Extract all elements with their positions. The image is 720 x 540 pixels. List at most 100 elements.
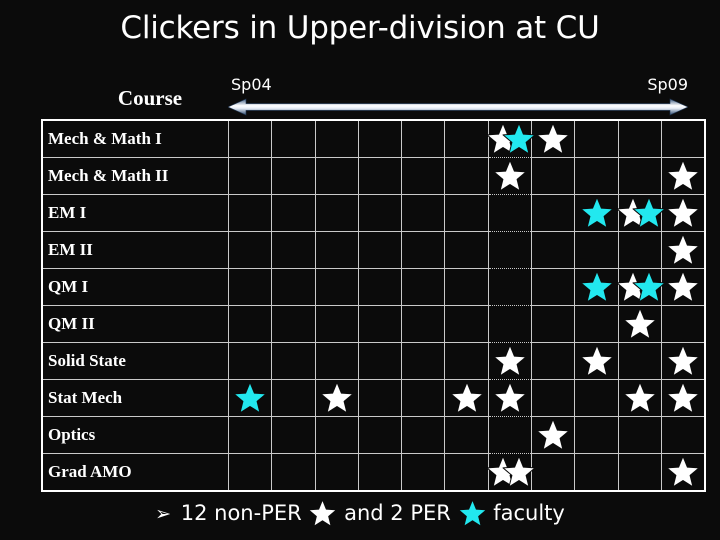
semester-cell <box>271 231 316 269</box>
semester-cell <box>660 231 706 269</box>
semester-cell <box>357 157 403 195</box>
semester-cell <box>487 231 533 269</box>
semester-cell <box>357 416 403 454</box>
course-column-header: Course <box>117 86 183 110</box>
semester-cell <box>444 194 489 232</box>
semester-cell <box>444 268 489 306</box>
double-headed-arrow-icon <box>227 98 689 116</box>
white-star-icon <box>580 344 614 378</box>
footer-per-count: and 2 PER <box>344 501 451 525</box>
semester-cell <box>271 379 316 417</box>
semester-cell <box>271 416 316 454</box>
course-name-cell: EM II <box>42 231 229 269</box>
clicker-adoption-table: Mech & Math I Mech & Math II EM I EM II QM I… <box>40 119 707 492</box>
semester-cell <box>617 416 662 454</box>
semester-cell <box>487 416 533 454</box>
semester-cell <box>574 231 619 269</box>
semester-cell <box>574 194 619 232</box>
semester-cell <box>227 268 273 306</box>
semester-cell <box>271 453 316 491</box>
semester-cell <box>617 305 662 343</box>
semester-cell <box>444 342 489 380</box>
semester-cell <box>574 379 619 417</box>
semester-cell <box>401 194 446 232</box>
semester-cell <box>574 120 619 158</box>
table-row: Mech & Math II <box>42 157 706 195</box>
semester-cell <box>314 379 359 417</box>
semester-cell <box>531 231 576 269</box>
semester-cell <box>617 157 662 195</box>
white-star-icon <box>666 196 700 230</box>
bullet-arrow-icon: ➢ <box>155 503 172 525</box>
semester-cell <box>660 120 706 158</box>
semester-cell <box>314 120 359 158</box>
table-body: Mech & Math I Mech & Math II EM I EM II QM I… <box>42 120 706 491</box>
semester-cell <box>616 268 666 306</box>
semester-cell <box>357 453 403 491</box>
semester-cell <box>314 416 359 454</box>
semester-cell <box>401 379 446 417</box>
semester-cell <box>314 453 359 491</box>
white-star-icon <box>486 455 520 489</box>
course-name-cell: Stat Mech <box>42 379 229 417</box>
semester-cell <box>444 453 489 491</box>
semester-cell <box>444 305 489 343</box>
semester-cell <box>531 342 576 380</box>
semester-cell <box>444 120 489 158</box>
white-star-icon <box>309 500 336 527</box>
semester-cell <box>401 231 446 269</box>
semester-cell <box>444 379 489 417</box>
semester-cell <box>487 268 533 306</box>
white-star-icon <box>666 381 700 415</box>
semester-cell <box>574 268 619 306</box>
semester-cell <box>357 342 403 380</box>
table-row: Solid State <box>42 342 706 380</box>
course-name-cell: QM I <box>42 268 229 306</box>
course-name-cell: EM I <box>42 194 229 232</box>
semester-cell <box>487 194 533 232</box>
white-star-icon <box>666 270 700 304</box>
semester-cell <box>227 157 273 195</box>
semester-cell <box>314 194 359 232</box>
semester-cell <box>227 120 273 158</box>
semester-cell <box>401 268 446 306</box>
semester-cell <box>401 342 446 380</box>
semester-cell <box>574 453 619 491</box>
course-name-cell: Mech & Math II <box>42 157 229 195</box>
white-star-icon <box>666 233 700 267</box>
table-row: Optics <box>42 416 706 454</box>
semester-cell <box>357 379 403 417</box>
semester-cell <box>660 416 706 454</box>
footer-faculty-word: faculty <box>493 501 565 525</box>
semester-cell <box>531 416 576 454</box>
white-star-icon <box>493 381 527 415</box>
footer-legend: ➢ 12 non-PER and 2 PER faculty <box>0 500 720 527</box>
semester-cell <box>271 120 316 158</box>
cyan-star-icon <box>580 196 614 230</box>
white-star-icon <box>623 307 657 341</box>
semester-cell <box>660 342 706 380</box>
table-row: QM II <box>42 305 706 343</box>
semester-cell <box>617 120 662 158</box>
semester-cell <box>227 305 273 343</box>
semester-cell <box>574 157 619 195</box>
semester-cell <box>357 120 403 158</box>
semester-cell <box>574 342 619 380</box>
white-star-icon <box>616 270 650 304</box>
table-row: Grad AMO <box>42 453 706 491</box>
white-star-icon <box>536 122 570 156</box>
semester-cell <box>444 416 489 454</box>
semester-cell <box>357 231 403 269</box>
semester-cell <box>531 379 576 417</box>
semester-cell <box>314 231 359 269</box>
white-star-icon <box>493 344 527 378</box>
semester-cell <box>660 268 706 306</box>
semester-cell <box>401 120 446 158</box>
course-name-cell: QM II <box>42 305 229 343</box>
semester-cell <box>660 157 706 195</box>
table-row: EM I <box>42 194 706 232</box>
course-name-cell: Grad AMO <box>42 453 229 491</box>
semester-cell <box>487 305 533 343</box>
semester-cell <box>486 120 536 158</box>
white-star-icon <box>666 455 700 489</box>
